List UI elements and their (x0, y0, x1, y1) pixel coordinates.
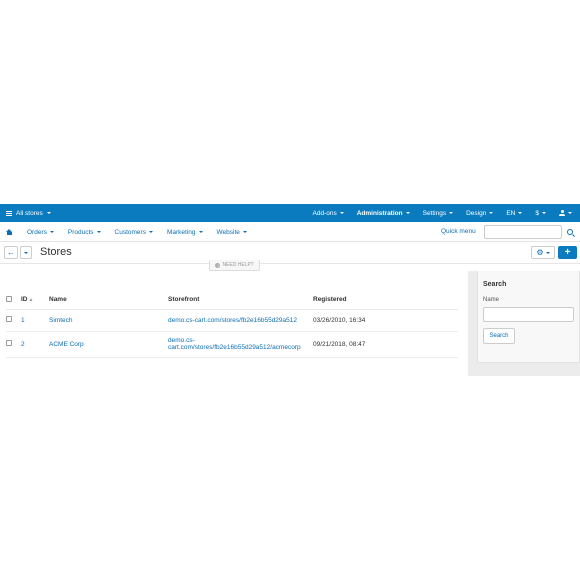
settings-dropdown-button[interactable]: ⚙ (531, 246, 555, 259)
registered-date: 03/26/2010, 16:34 (313, 309, 458, 332)
chevron-down-icon (198, 231, 203, 233)
back-button[interactable]: ← (4, 246, 18, 259)
registered-date: 09/21/2018, 08:47 (313, 331, 458, 358)
chevron-down-icon (449, 212, 454, 214)
user-icon (559, 210, 565, 216)
nav-products[interactable]: Products (68, 229, 101, 236)
page-titlebar (0, 242, 580, 264)
nav-orders[interactable]: Orders (27, 229, 54, 236)
chevron-down-icon (545, 251, 550, 254)
table-header-row: ID▲ Name Storefront Registered (6, 291, 458, 310)
home-icon[interactable] (6, 228, 13, 236)
column-id[interactable]: ID▲ (21, 291, 49, 310)
name-search-input[interactable] (483, 307, 574, 322)
topbar-currency[interactable]: $ (535, 210, 546, 217)
chevron-down-icon (489, 212, 494, 214)
topbar-settings[interactable]: Settings (423, 210, 454, 217)
nav-marketing[interactable]: Marketing (167, 229, 203, 236)
storefront-link-line2[interactable]: cart.com/stores/fb2e16b55d29a512/acmecor… (168, 344, 301, 351)
storefront-link[interactable]: demo.cs-cart.com/stores/fb2e16b55d29a512… (168, 331, 313, 358)
store-id-link[interactable]: 2 (21, 341, 25, 348)
quick-menu-link[interactable]: Quick menu (441, 222, 476, 242)
global-search-input[interactable] (484, 225, 562, 239)
select-all-checkbox[interactable] (6, 295, 12, 302)
store-name-link[interactable]: ACME Corp (49, 341, 84, 348)
row-checkbox[interactable] (6, 340, 12, 346)
add-store-button[interactable]: + (558, 246, 577, 259)
stores-table: ID▲ Name Storefront Registered 1 Simtech… (6, 291, 458, 358)
arrow-left-icon: ← (7, 248, 15, 257)
column-storefront[interactable]: Storefront (168, 291, 313, 310)
nav-customers[interactable]: Customers (115, 229, 153, 236)
column-name[interactable]: Name (49, 291, 168, 310)
help-icon: ? (215, 262, 221, 268)
chevron-down-icon (148, 231, 153, 233)
chevron-down-icon (49, 231, 54, 233)
name-field-label: Name (483, 297, 500, 303)
topbar-design[interactable]: Design (466, 210, 494, 217)
nav-website[interactable]: Website (217, 229, 247, 236)
row-checkbox[interactable] (6, 316, 12, 322)
sidebar-search-button[interactable]: Search (483, 328, 515, 344)
store-selector-label: All stores (16, 209, 43, 217)
top-admin-bar: All stores Add-ons Administration Settin… (0, 204, 580, 222)
storefront-link[interactable]: demo.cs-cart.com/stores/fb2e16b55d29a512 (168, 317, 297, 324)
gear-icon: ⚙ (536, 248, 544, 257)
search-button[interactable] (563, 225, 577, 239)
chevron-down-icon (405, 212, 410, 214)
sort-arrow-icon: ▲ (28, 297, 34, 304)
column-registered[interactable]: Registered (313, 291, 458, 310)
topbar-language[interactable]: EN (506, 210, 523, 217)
search-icon (567, 229, 573, 235)
table-row: 1 Simtech demo.cs-cart.com/stores/fb2e16… (6, 309, 458, 332)
chevron-down-icon (96, 231, 101, 233)
menu-icon (6, 210, 12, 216)
store-name-link[interactable]: Simtech (49, 317, 72, 324)
chevron-down-icon (46, 212, 51, 214)
back-history-dropdown[interactable] (20, 246, 32, 259)
need-help-button[interactable]: ? NEED HELP? (209, 260, 260, 271)
chevron-down-icon (242, 231, 247, 233)
chevron-down-icon (568, 212, 572, 214)
store-id-link[interactable]: 1 (21, 317, 25, 324)
page-title: Stores (40, 246, 72, 258)
table-row: 2 ACME Corp demo.cs-cart.com/stores/fb2e… (6, 331, 458, 358)
storefront-link-line1[interactable]: demo.cs- (168, 337, 195, 344)
chevron-down-icon (24, 251, 28, 254)
store-selector[interactable]: All stores (6, 204, 51, 222)
chevron-down-icon (542, 212, 546, 214)
chevron-down-icon (339, 212, 344, 214)
topbar-user[interactable] (559, 210, 572, 216)
chevron-down-icon (518, 212, 523, 214)
topbar-addons[interactable]: Add-ons (313, 210, 344, 217)
topbar-administration[interactable]: Administration (357, 210, 410, 217)
search-panel-title: Search (483, 281, 507, 288)
